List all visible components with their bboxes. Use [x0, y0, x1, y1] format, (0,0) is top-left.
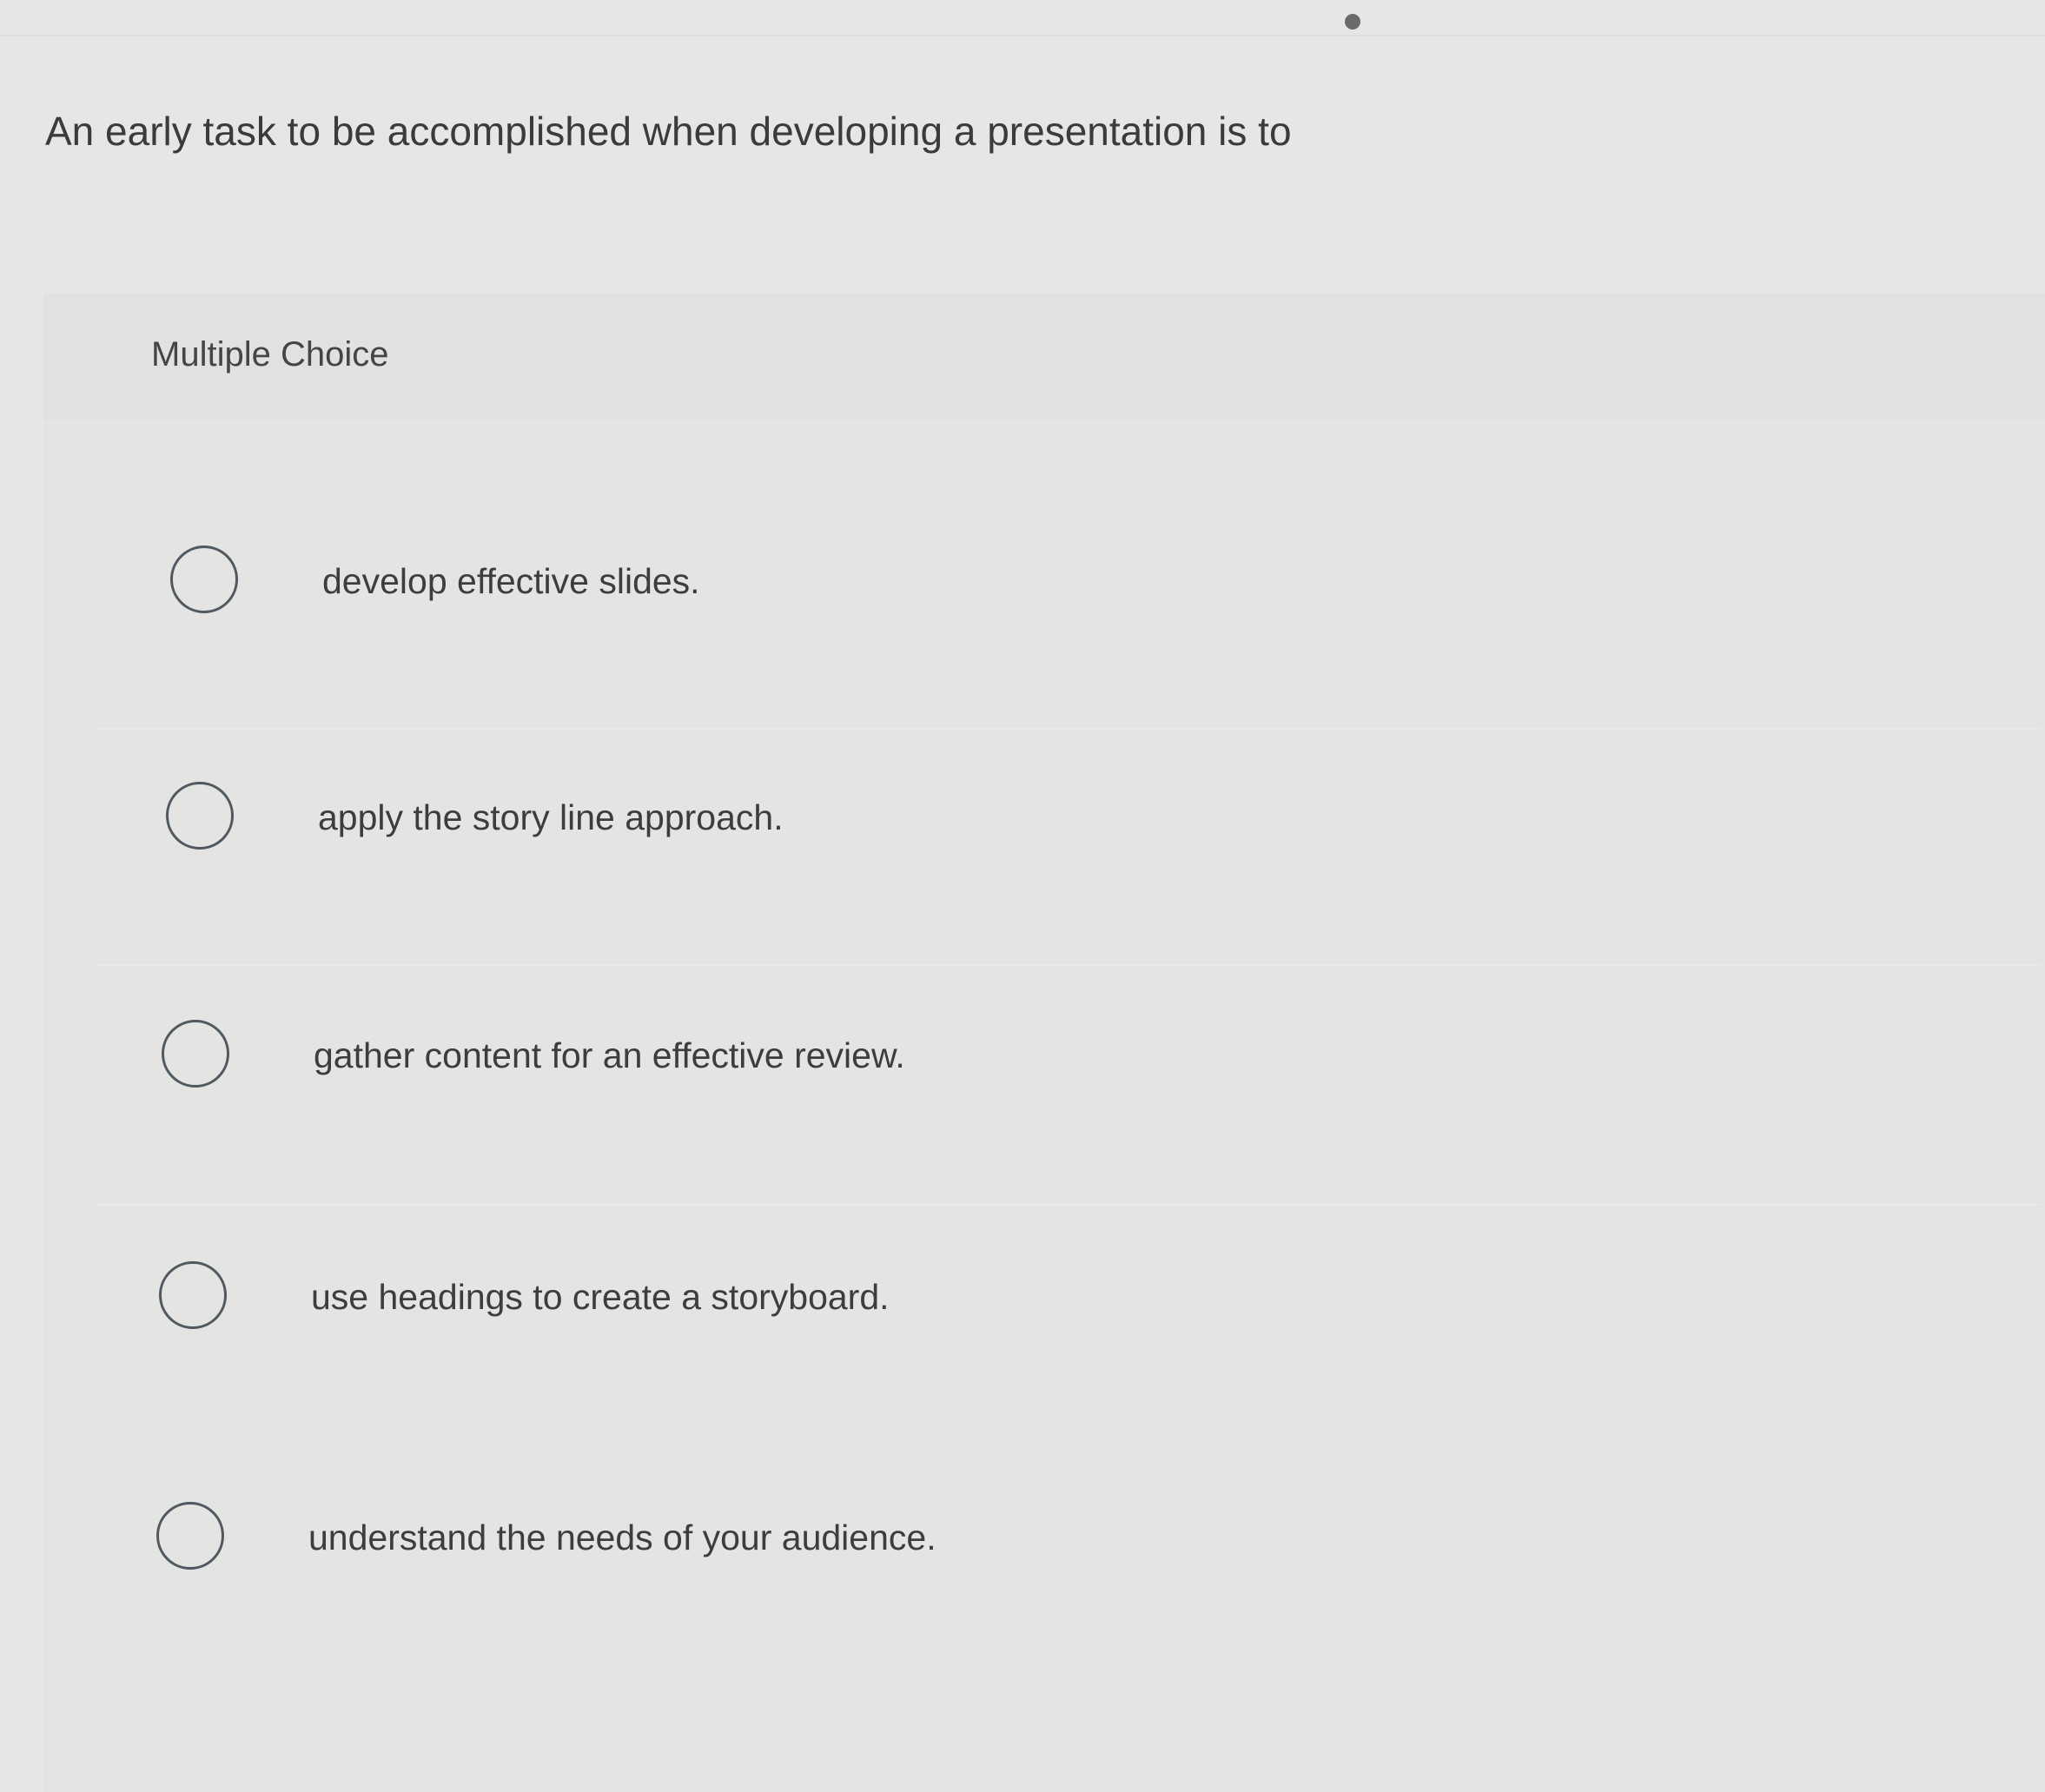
- top-divider: [0, 35, 2045, 36]
- option-divider: [96, 964, 2042, 966]
- question-type-label: Multiple Choice: [151, 335, 389, 374]
- option-divider: [96, 1204, 2042, 1206]
- answer-option-label: use headings to create a storyboard.: [311, 1277, 890, 1317]
- answer-option-2[interactable]: apply the story line approach.: [166, 738, 2045, 912]
- radio-button-icon[interactable]: [156, 1502, 224, 1570]
- answer-option-label: apply the story line approach.: [318, 797, 784, 837]
- option-divider: [96, 728, 2042, 730]
- answer-option-label: understand the needs of your audience.: [308, 1518, 936, 1557]
- radio-button-icon[interactable]: [162, 1020, 229, 1088]
- radio-button-icon[interactable]: [170, 546, 238, 613]
- answer-option-3[interactable]: gather content for an effective review.: [162, 976, 2045, 1150]
- answer-option-label: develop effective slides.: [322, 561, 700, 601]
- question-prompt: An early task to be accomplished when de…: [45, 109, 1292, 154]
- option-divider: [96, 1445, 2042, 1446]
- radio-button-icon[interactable]: [159, 1261, 227, 1329]
- answer-option-1[interactable]: develop effective slides.: [170, 502, 2045, 676]
- camera-dot: [1345, 14, 1360, 30]
- answer-option-4[interactable]: use headings to create a storyboard.: [159, 1218, 2045, 1392]
- answer-option-label: gather content for an effective review.: [314, 1035, 905, 1075]
- answer-panel: Multiple Choice develop effective slides…: [43, 294, 2045, 1792]
- question-type-header: Multiple Choice: [43, 294, 2045, 420]
- answer-option-5[interactable]: understand the needs of your audience.: [156, 1458, 2045, 1632]
- radio-button-icon[interactable]: [166, 782, 234, 850]
